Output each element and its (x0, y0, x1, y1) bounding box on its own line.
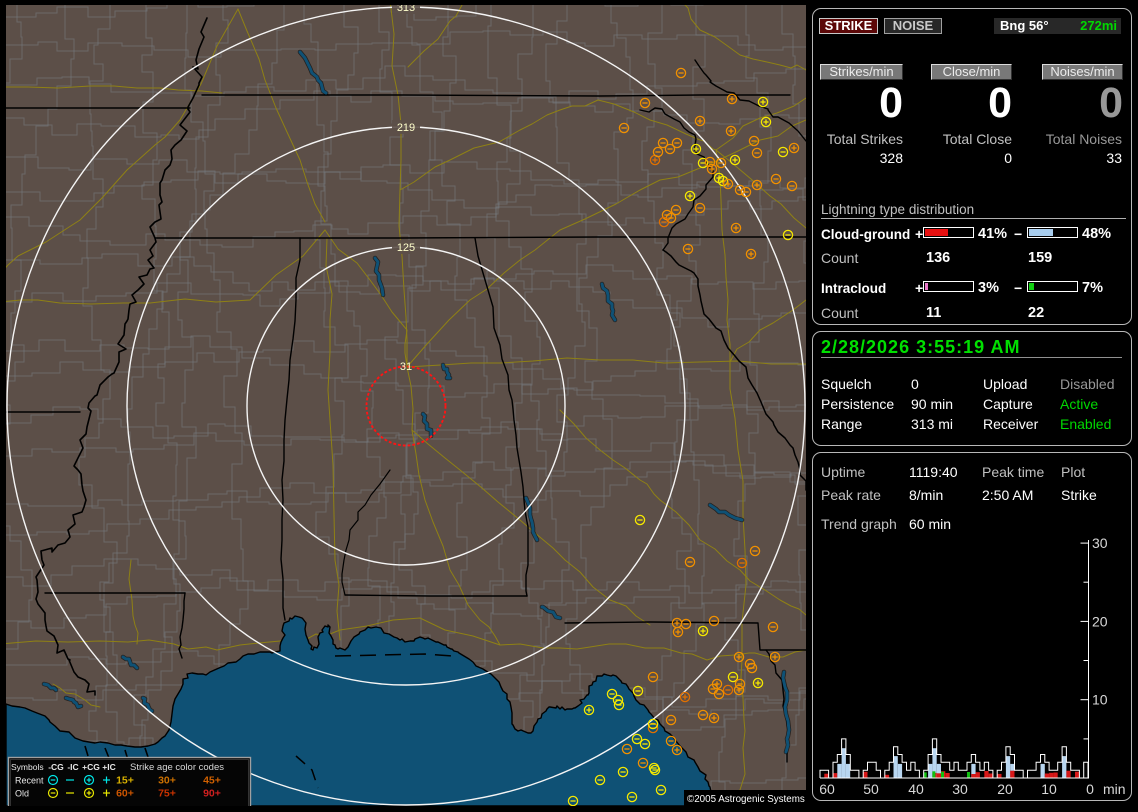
svg-text:20: 20 (997, 781, 1013, 797)
svg-text:10: 10 (1041, 781, 1057, 797)
svg-text:min: min (1103, 781, 1126, 797)
svg-text:30: 30 (1092, 535, 1108, 551)
svg-text:60: 60 (819, 781, 835, 797)
svg-text:50: 50 (863, 781, 879, 797)
svg-text:30: 30 (952, 781, 968, 797)
svg-text:0: 0 (1086, 781, 1094, 797)
svg-text:10: 10 (1092, 692, 1108, 708)
svg-text:20: 20 (1092, 613, 1108, 629)
svg-text:40: 40 (908, 781, 924, 797)
